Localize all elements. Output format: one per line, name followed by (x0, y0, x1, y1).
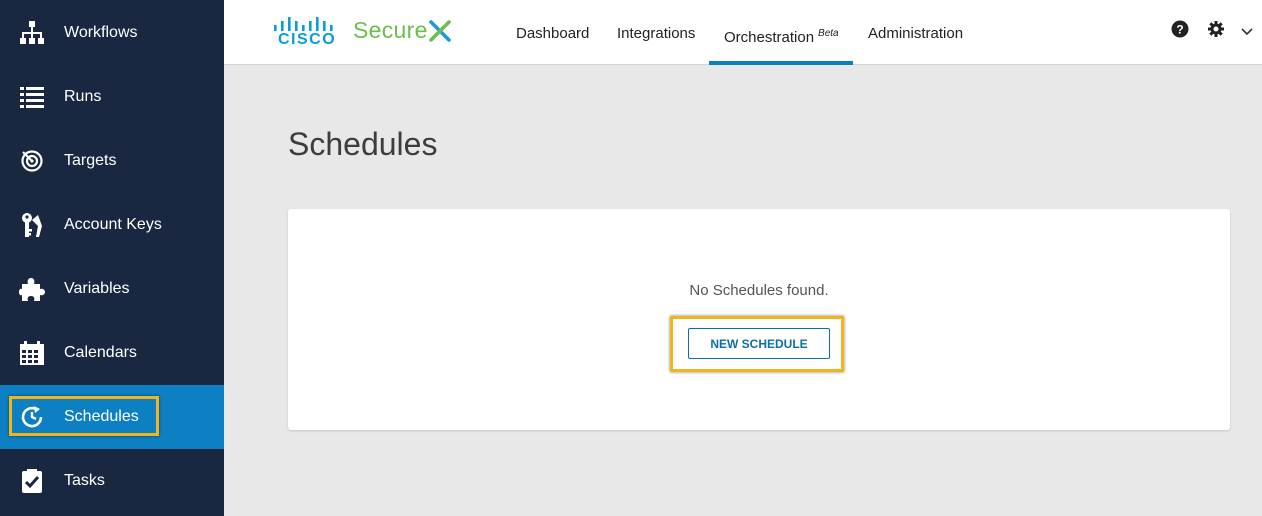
chevron-down-icon[interactable] (1241, 24, 1253, 42)
sidebar-item-workflows[interactable]: Workflows (0, 1, 224, 65)
sidebar-item-label: Workflows (64, 24, 138, 41)
workflow-icon (19, 20, 45, 46)
sidebar-item-runs[interactable]: Runs (0, 65, 224, 129)
tab-orchestration[interactable]: Orchestration Beta (709, 0, 853, 65)
sidebar-item-label: Runs (64, 88, 102, 105)
page-title: Schedules (288, 126, 438, 162)
sidebar-item-label: Variables (64, 280, 130, 297)
sidebar-item-label: Schedules (64, 408, 139, 425)
sidebar-item-targets[interactable]: Targets (0, 129, 224, 193)
cisco-wordmark: CISCO (278, 31, 337, 48)
list-icon (19, 84, 45, 110)
beta-badge: Beta (818, 28, 839, 39)
task-check-icon (19, 468, 45, 494)
sidebar-item-calendars[interactable]: Calendars (0, 321, 224, 385)
brand-x-mark (428, 19, 451, 42)
sidebar-item-schedules[interactable]: Schedules (0, 385, 224, 449)
target-icon (19, 148, 45, 174)
sidebar-item-label: Tasks (64, 472, 105, 489)
calendar-icon (19, 340, 45, 366)
securex-brand: Secure (353, 17, 451, 44)
brand-text: Secure (353, 17, 428, 43)
gear-icon[interactable] (1207, 20, 1225, 43)
empty-state-message: No Schedules found. (689, 282, 829, 299)
tab-administration[interactable]: Administration (868, 0, 963, 65)
sidebar-item-variables[interactable]: Variables (0, 257, 224, 321)
new-schedule-button[interactable]: NEW SCHEDULE (688, 328, 830, 359)
schedule-clock-icon (19, 404, 45, 430)
svg-text:?: ? (1176, 23, 1183, 37)
sidebar-item-label: Targets (64, 152, 117, 169)
tab-integrations[interactable]: Integrations (617, 0, 695, 65)
sidebar-item-account-keys[interactable]: Account Keys (0, 193, 224, 257)
sidebar-item-label: Calendars (64, 344, 137, 361)
sidebar-item-tasks[interactable]: Tasks (0, 449, 224, 513)
cisco-logo: CISCO (272, 15, 336, 51)
puzzle-icon (19, 276, 45, 302)
key-icon (19, 212, 45, 238)
sidebar-item-label: Account Keys (64, 216, 162, 233)
top-navigation: CISCO Secure Dashboard Integrations Orch… (224, 0, 1262, 65)
schedules-card: No Schedules found. NEW SCHEDULE (288, 209, 1230, 430)
tab-dashboard[interactable]: Dashboard (516, 0, 589, 65)
sidebar: Workflows Runs Targets Account Keys Vari… (0, 0, 224, 516)
help-icon[interactable]: ? (1171, 20, 1189, 43)
